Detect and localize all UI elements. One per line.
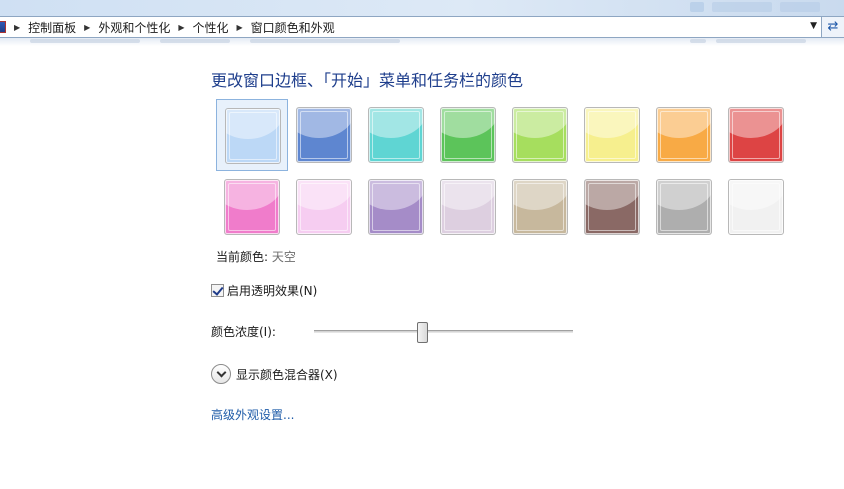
color-swatch-tile[interactable]	[728, 179, 784, 235]
color-swatch[interactable]	[576, 99, 648, 171]
color-swatch[interactable]	[720, 171, 792, 243]
color-mixer-label[interactable]: 显示颜色混合器(X)	[236, 366, 338, 383]
color-swatch-tile[interactable]	[656, 107, 712, 163]
transparency-option[interactable]: 启用透明效果(N)	[211, 282, 317, 299]
control-panel-icon	[0, 21, 6, 33]
color-intensity-label: 颜色浓度(I):	[211, 325, 276, 339]
glass-inner-border	[588, 111, 636, 159]
color-swatch-tile[interactable]	[368, 179, 424, 235]
color-swatch-tile[interactable]	[512, 179, 568, 235]
color-swatch[interactable]	[432, 99, 504, 171]
transparency-label[interactable]: 启用透明效果(N)	[227, 282, 317, 299]
chevron-down-icon[interactable]: ▼	[810, 21, 817, 31]
color-swatch-tile[interactable]	[296, 179, 352, 235]
color-intensity-slider-thumb[interactable]	[417, 322, 429, 343]
color-swatch-tile[interactable]	[656, 179, 712, 235]
glass-inner-border	[229, 112, 277, 160]
glass-inner-border	[372, 183, 420, 231]
current-color-label: 当前颜色:	[216, 250, 269, 264]
chevron-down-icon[interactable]	[211, 364, 231, 384]
page-title: 更改窗口边框、「开始」菜单和任务栏的颜色	[211, 71, 524, 90]
color-swatch[interactable]	[720, 99, 792, 171]
color-swatch[interactable]	[216, 171, 288, 243]
window-chrome-top	[0, 0, 844, 16]
glass-inner-border	[300, 111, 348, 159]
glass-inner-border	[660, 111, 708, 159]
glass-inner-border	[444, 111, 492, 159]
advanced-appearance-link[interactable]: 高级外观设置...	[211, 406, 294, 423]
address-bar-shadow	[0, 38, 844, 46]
triangle-right-icon[interactable]: ▶	[178, 23, 184, 32]
color-swatch-tile[interactable]	[440, 179, 496, 235]
color-swatch[interactable]	[648, 171, 720, 243]
color-swatch-tile[interactable]	[584, 179, 640, 235]
color-swatch-tile[interactable]	[512, 107, 568, 163]
current-color-text: 当前颜色: 天空	[216, 248, 296, 265]
triangle-right-icon: ▶	[14, 22, 21, 32]
glass-inner-border	[444, 183, 492, 231]
color-swatch[interactable]	[504, 171, 576, 243]
triangle-right-icon[interactable]: ▶	[84, 23, 90, 32]
glass-inner-border	[516, 111, 564, 159]
color-swatch-tile[interactable]	[296, 107, 352, 163]
color-swatch[interactable]	[576, 171, 648, 243]
glass-inner-border	[732, 183, 780, 231]
breadcrumb-item-control-panel[interactable]: 控制面板	[28, 19, 76, 36]
color-swatch[interactable]	[360, 99, 432, 171]
color-swatch[interactable]	[504, 99, 576, 171]
color-swatch[interactable]	[360, 171, 432, 243]
color-intensity-slider-track[interactable]	[314, 330, 573, 333]
glass-inner-border	[732, 111, 780, 159]
color-swatch-tile[interactable]	[728, 107, 784, 163]
color-mixer-expander[interactable]: 显示颜色混合器(X)	[211, 364, 338, 384]
glass-inner-border	[516, 183, 564, 231]
glass-inner-border	[300, 183, 348, 231]
glass-inner-border	[660, 183, 708, 231]
color-swatch-tile[interactable]	[440, 107, 496, 163]
color-swatch[interactable]	[216, 99, 288, 171]
breadcrumb-item-appearance[interactable]: 外观和个性化	[98, 19, 170, 36]
current-color-value: 天空	[271, 250, 296, 264]
transparency-checkbox[interactable]	[211, 284, 224, 297]
color-swatch[interactable]	[288, 99, 360, 171]
color-swatch-tile[interactable]	[225, 108, 281, 164]
color-swatch-tile[interactable]	[224, 179, 280, 235]
color-swatch-tile[interactable]	[584, 107, 640, 163]
triangle-right-icon[interactable]: ▶	[237, 23, 243, 32]
glass-inner-border	[228, 183, 276, 231]
glass-inner-border	[372, 111, 420, 159]
color-swatch[interactable]	[288, 171, 360, 243]
color-swatch-tile[interactable]	[368, 107, 424, 163]
breadcrumb-item-personalization[interactable]: 个性化	[193, 19, 229, 36]
refresh-icon[interactable]: ⇄	[822, 16, 844, 38]
breadcrumb-item-window-color[interactable]: 窗口颜色和外观	[251, 19, 335, 36]
glass-inner-border	[588, 183, 636, 231]
color-swatch[interactable]	[648, 99, 720, 171]
address-bar[interactable]: ▶ 控制面板 ▶ 外观和个性化 ▶ 个性化 ▶ 窗口颜色和外观 ▼	[0, 16, 822, 38]
color-swatch[interactable]	[432, 171, 504, 243]
color-swatch-grid	[216, 99, 792, 243]
